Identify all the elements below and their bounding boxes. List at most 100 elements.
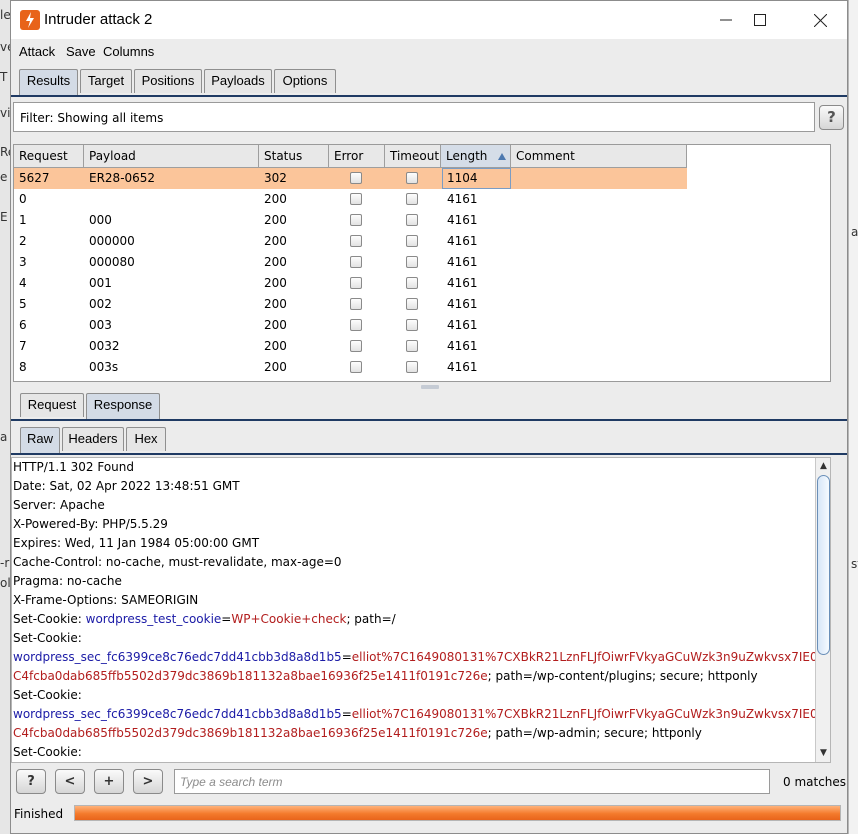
cell-length: 4161 [447,297,478,311]
cookie-line: C4fcba0dab685ffb5502d379dc3869b181132a8b… [13,667,758,686]
error-checkbox [350,214,362,226]
response-viewer[interactable]: HTTP/1.1 302 Found Date: Sat, 02 Apr 202… [11,457,831,763]
results-table: Request Payload Status Error Timeout Len… [13,144,831,382]
cookie-eq: = [341,707,352,721]
tab-headers[interactable]: Headers [62,427,124,451]
table-row[interactable]: 5627 ER28-0652 302 1104 [14,168,687,189]
cell-length: 4161 [447,339,478,353]
cell-length: 4161 [447,255,478,269]
cell-request: 3 [19,255,27,269]
cell-status: 200 [264,360,287,374]
search-add-button[interactable]: + [94,769,124,794]
maximize-button[interactable] [737,1,783,39]
response-line: Server: Apache [13,498,105,512]
scroll-thumb[interactable] [817,475,830,655]
tab-hex[interactable]: Hex [126,427,166,451]
timeout-checkbox [406,319,418,331]
tab-request[interactable]: Request [20,393,84,417]
tab-raw[interactable]: Raw [20,427,60,453]
maximize-icon [754,14,766,26]
table-row[interactable]: 6 003 200 4161 [14,315,687,336]
close-icon [813,13,827,27]
cell-payload: 002 [89,297,112,311]
error-checkbox [350,256,362,268]
response-line: Pragma: no-cache [13,574,122,588]
background-window-right: a st [848,0,858,834]
column-header-payload[interactable]: Payload [84,145,259,168]
cell-length: 4161 [447,234,478,248]
cell-status: 200 [264,255,287,269]
tab-options[interactable]: Options [274,69,336,93]
cell-status: 200 [264,318,287,332]
menu-bar: Attack Save Columns [11,39,847,63]
table-row[interactable]: 8 003s 200 4161 [14,357,687,378]
timeout-checkbox [406,235,418,247]
response-line: HTTP/1.1 302 Found [13,460,135,474]
table-row[interactable]: 7 0032 200 4161 [14,336,687,357]
cell-length: 4161 [447,192,478,206]
table-row[interactable]: 0 200 4161 [14,189,687,210]
cell-payload: 000080 [89,255,135,269]
search-next-button[interactable]: > [133,769,163,794]
column-header-request[interactable]: Request [14,145,84,168]
column-header-status[interactable]: Status [259,145,329,168]
tab-positions[interactable]: Positions [134,69,202,93]
timeout-checkbox [406,298,418,310]
cell-status: 302 [264,171,287,185]
bg-fragment: e [0,170,8,184]
table-row[interactable]: 4 001 200 4161 [14,273,687,294]
sort-ascending-icon [498,153,506,160]
error-checkbox [350,361,362,373]
detail-tabstrip: Request Response [11,393,847,419]
table-scrollbar[interactable]: ▲ ▼ [830,168,831,381]
cookie-value: elliot%7C1649080131%7CXBkR21LznFLJfOiwrF… [351,707,831,721]
error-checkbox [350,319,362,331]
search-previous-button[interactable]: < [55,769,85,794]
search-input[interactable] [174,769,770,794]
bg-fragment: a [0,430,8,444]
table-row[interactable]: 5 002 200 4161 [14,294,687,315]
scroll-down-icon[interactable]: ▼ [816,745,830,761]
cell-request: 5 [19,297,27,311]
cell-request: 1 [19,213,27,227]
cell-length: 4161 [447,360,478,374]
menu-columns[interactable]: Columns [103,44,154,59]
table-row[interactable]: 3 000080 200 4161 [14,252,687,273]
response-scrollbar[interactable]: ▲ ▼ [815,458,830,762]
status-text: Finished [14,807,64,821]
tab-payloads[interactable]: Payloads [204,69,272,93]
table-row[interactable]: 2 000000 200 4161 [14,231,687,252]
column-header-timeout[interactable]: Timeout [385,145,441,168]
search-help-button[interactable]: ? [16,769,46,794]
search-bar: ? < + > 0 matches [11,767,847,799]
cell-status: 200 [264,297,287,311]
table-row[interactable]: 1 000 200 4161 [14,210,687,231]
error-checkbox [350,340,362,352]
timeout-checkbox [406,214,418,226]
tab-target[interactable]: Target [80,69,132,93]
column-header-comment[interactable]: Comment [511,145,687,168]
cell-payload: 000 [89,213,112,227]
cookie-value: elliot%7C1649080131%7CXBkR21LznFLJfOiwrF… [351,650,831,664]
filter-bar[interactable]: Filter: Showing all items [13,102,815,132]
menu-save[interactable]: Save [66,44,96,59]
cell-status: 200 [264,192,287,206]
column-header-error[interactable]: Error [329,145,385,168]
close-window-button[interactable] [797,1,843,39]
scroll-up-icon[interactable]: ▲ [816,458,830,474]
cell-request: 5627 [19,171,50,185]
timeout-checkbox [406,361,418,373]
cell-payload: 001 [89,276,112,290]
tab-results[interactable]: Results [19,69,78,95]
match-count: 0 matches [783,775,847,789]
title-bar: Intruder attack 2 [11,1,847,39]
split-pane-divider[interactable] [421,385,439,389]
window-title: Intruder attack 2 [44,11,153,28]
results-tabstrip: Results Target Positions Payloads Option… [11,69,847,95]
view-tabstrip: Raw Headers Hex [11,427,847,453]
column-header-length[interactable]: Length [441,145,511,168]
tab-response[interactable]: Response [86,393,160,419]
focused-cell-outline [442,168,511,189]
menu-attack[interactable]: Attack [19,44,55,59]
filter-help-button[interactable]: ? [819,105,844,130]
